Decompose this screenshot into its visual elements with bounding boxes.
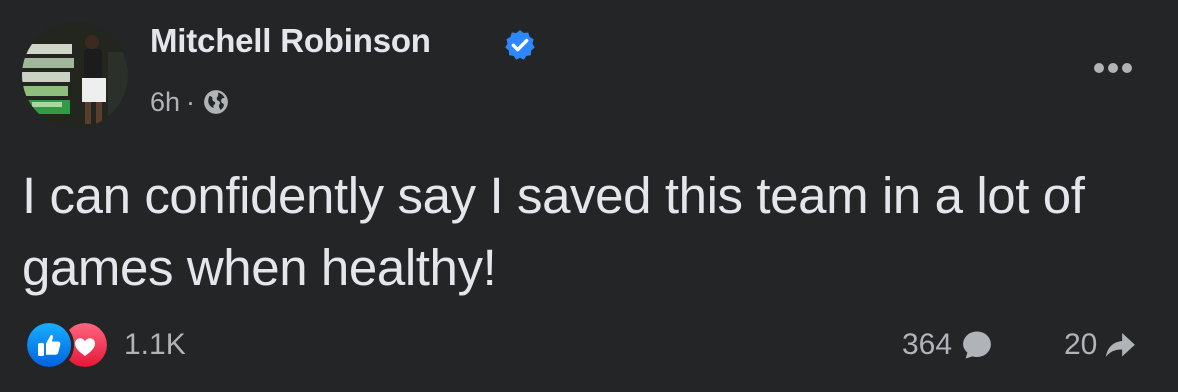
reaction-count[interactable]: 1.1K	[124, 328, 186, 362]
comments-summary[interactable]: 364	[902, 322, 994, 368]
shares-summary[interactable]: 20	[1064, 322, 1137, 368]
like-reaction-icon	[24, 320, 74, 370]
more-options-icon[interactable]	[1085, 48, 1141, 88]
globe-icon[interactable]	[203, 89, 229, 115]
meta-separator: ·	[186, 86, 196, 117]
comment-icon	[963, 331, 991, 359]
avatar-photo	[22, 22, 128, 128]
post-meta: 6h ·	[150, 84, 229, 120]
author-name[interactable]: Mitchell Robinson	[150, 22, 431, 60]
comments-count: 364	[902, 328, 953, 361]
reactions-summary[interactable]: 1.1K	[24, 320, 186, 370]
shares-count: 20	[1064, 328, 1098, 361]
author-avatar[interactable]	[22, 22, 128, 128]
verified-badge-icon	[505, 30, 535, 60]
post-text: I can confidently say I saved this team …	[22, 167, 1085, 296]
post-card: Mitchell Robinson 6h · I can confidently…	[0, 0, 1178, 392]
post-timestamp[interactable]: 6h	[150, 87, 180, 118]
share-icon	[1106, 332, 1136, 358]
